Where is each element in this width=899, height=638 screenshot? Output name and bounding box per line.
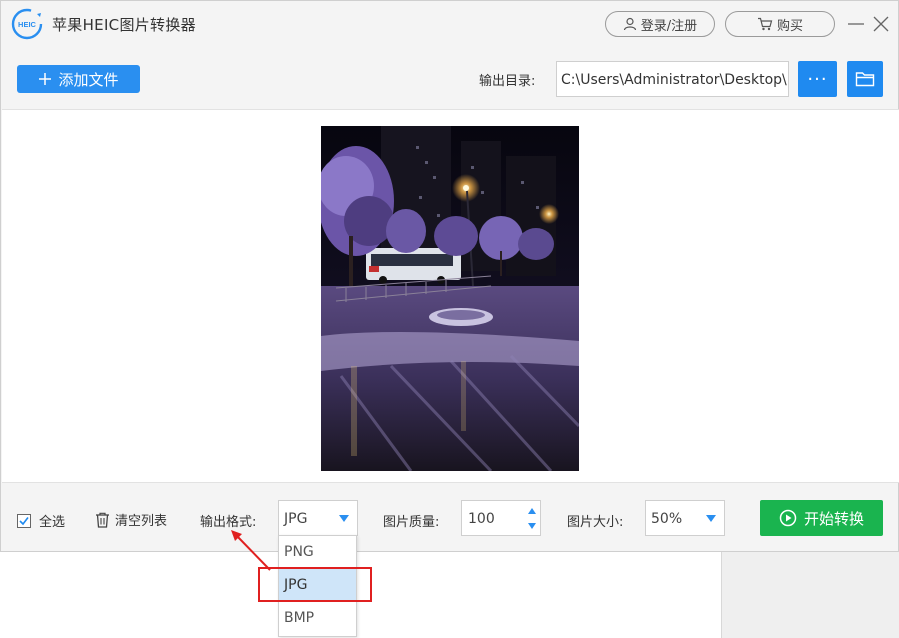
dropdown-arrow-icon[interactable] xyxy=(698,501,724,535)
trash-icon xyxy=(96,512,109,528)
folder-icon xyxy=(855,72,875,87)
format-option-png[interactable]: PNG xyxy=(279,536,356,569)
plus-icon xyxy=(39,73,52,85)
quality-label: 图片质量: xyxy=(383,515,440,530)
open-folder-button[interactable] xyxy=(847,61,883,97)
close-icon[interactable] xyxy=(871,14,891,34)
app-title: 苹果HEIC图片转换器 xyxy=(52,16,196,34)
output-dir-label: 输出目录: xyxy=(479,74,536,89)
increment-arrow-icon[interactable] xyxy=(527,504,537,518)
quality-stepper[interactable]: 100 xyxy=(461,500,541,536)
start-convert-label: 开始转换 xyxy=(803,509,864,528)
background-panel xyxy=(721,552,899,638)
clear-list-button[interactable]: 清空列表 xyxy=(95,510,167,529)
image-size-value: 50% xyxy=(651,511,683,527)
output-dir-field[interactable]: C:\Users\Administrator\Desktop\ xyxy=(556,61,789,97)
format-option-bmp[interactable]: BMP xyxy=(279,602,356,635)
preview-area xyxy=(2,109,899,483)
login-label: 登录/注册 xyxy=(640,18,698,34)
app-window: HEIC 苹果HEIC图片转换器 登录/注册 购买 添加文件 输出目录: C:\… xyxy=(0,0,899,552)
decrement-arrow-icon[interactable] xyxy=(527,519,537,533)
annotation-arrow-icon xyxy=(231,530,271,571)
add-file-label: 添加文件 xyxy=(58,70,119,89)
clear-list-label: 清空列表 xyxy=(115,514,168,529)
login-button[interactable]: 登录/注册 xyxy=(605,11,715,37)
buy-label: 购买 xyxy=(776,18,803,34)
browse-more-button[interactable]: ··· xyxy=(798,61,837,97)
play-circle-icon xyxy=(779,509,797,527)
start-convert-button[interactable]: 开始转换 xyxy=(760,500,883,536)
output-format-select[interactable]: JPG xyxy=(278,500,358,536)
ellipsis-icon: ··· xyxy=(807,68,828,90)
add-file-button[interactable]: 添加文件 xyxy=(17,65,140,93)
heic-logo-icon: HEIC xyxy=(11,8,43,40)
user-icon xyxy=(623,17,636,31)
preview-image[interactable] xyxy=(321,126,579,471)
dropdown-arrow-icon[interactable] xyxy=(331,501,357,535)
select-all-label: 全选 xyxy=(39,515,66,530)
logo-text: HEIC xyxy=(18,20,37,29)
buy-button[interactable]: 购买 xyxy=(725,11,835,37)
quality-value: 100 xyxy=(468,511,495,527)
minimize-icon[interactable] xyxy=(846,14,866,34)
cart-icon xyxy=(757,17,773,31)
title-bar: HEIC 苹果HEIC图片转换器 登录/注册 购买 xyxy=(1,1,898,49)
checkbox-checked-icon xyxy=(17,513,31,528)
image-size-select[interactable]: 50% xyxy=(645,500,725,536)
image-size-label: 图片大小: xyxy=(567,515,624,530)
select-all-checkbox[interactable]: 全选 xyxy=(17,511,65,530)
output-format-value: JPG xyxy=(284,511,308,527)
